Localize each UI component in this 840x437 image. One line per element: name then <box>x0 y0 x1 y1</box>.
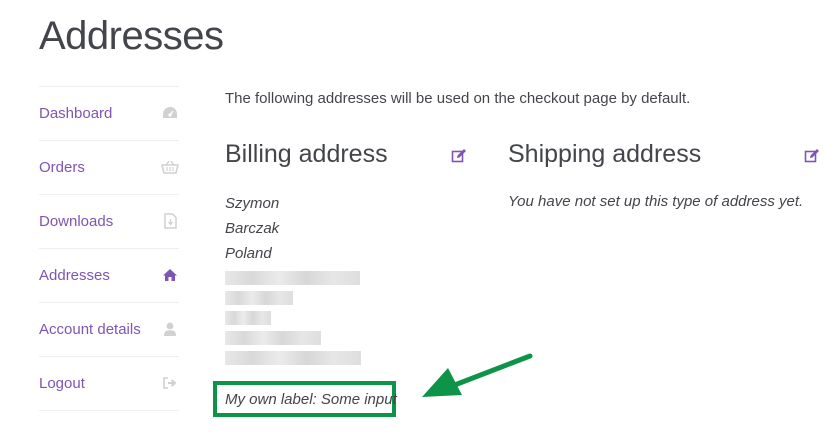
redacted-line <box>225 331 321 345</box>
nav-item-orders[interactable]: Orders <box>39 140 179 194</box>
edit-shipping-icon[interactable] <box>804 148 820 164</box>
nav-item-label: Logout <box>39 375 85 392</box>
dashboard-icon <box>161 105 179 121</box>
nav-item-label: Addresses <box>39 267 110 284</box>
redacted-line <box>225 291 293 305</box>
billing-address-title: Billing address <box>225 140 388 168</box>
nav-item-account-details[interactable]: Account details <box>39 302 179 356</box>
user-icon <box>161 321 179 337</box>
annotation-arrow <box>422 353 533 397</box>
nav-item-logout[interactable]: Logout <box>39 356 179 411</box>
redacted-line <box>225 311 271 325</box>
home-icon <box>161 267 179 283</box>
redacted-line <box>225 351 361 365</box>
nav-item-label: Account details <box>39 321 141 338</box>
shipping-empty-message: You have not set up this type of address… <box>508 193 804 210</box>
nav-item-label: Orders <box>39 159 85 176</box>
basket-icon <box>161 159 179 175</box>
nav-item-addresses[interactable]: Addresses <box>39 248 179 302</box>
account-navigation: Dashboard Orders Downloads Addresses Acc… <box>39 86 179 411</box>
nav-item-dashboard[interactable]: Dashboard <box>39 86 179 140</box>
addresses-intro-text: The following addresses will be used on … <box>225 90 691 107</box>
sign-out-icon <box>161 375 179 391</box>
redacted-line <box>225 271 360 285</box>
file-download-icon <box>161 213 179 229</box>
billing-address-block: Szymon Barczak Poland <box>225 191 361 371</box>
edit-billing-icon[interactable] <box>451 148 467 164</box>
page-title: Addresses <box>39 14 224 58</box>
custom-field-highlight: My own label: Some input <box>213 381 397 417</box>
nav-item-label: Downloads <box>39 213 114 230</box>
nav-item-downloads[interactable]: Downloads <box>39 194 179 248</box>
billing-country: Poland <box>225 245 272 262</box>
shipping-address-title: Shipping address <box>508 140 702 168</box>
billing-last-name: Barczak <box>225 220 280 237</box>
billing-first-name: Szymon <box>225 195 280 212</box>
nav-item-label: Dashboard <box>39 105 113 122</box>
